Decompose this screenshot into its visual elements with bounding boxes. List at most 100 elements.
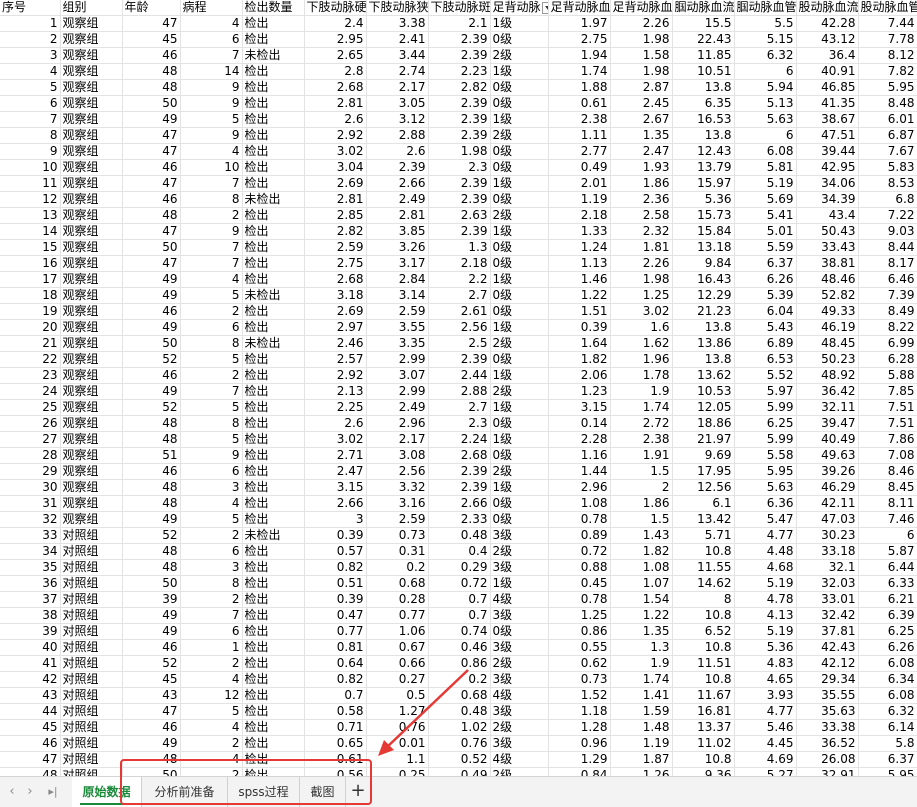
table-cell[interactable]: 2级 — [490, 543, 549, 560]
table-cell[interactable]: 46 — [122, 463, 181, 480]
table-cell[interactable]: 34.06 — [796, 175, 859, 192]
table-cell[interactable]: 13.79 — [672, 159, 735, 176]
table-cell[interactable]: 2.47 — [304, 463, 367, 480]
table-cell[interactable]: 30.23 — [796, 527, 859, 544]
table-cell[interactable]: 2.39 — [366, 159, 429, 176]
table-cell[interactable]: 2.74 — [366, 63, 429, 80]
table-cell[interactable]: 观察组 — [60, 239, 123, 256]
table-cell[interactable]: 检出 — [242, 495, 305, 512]
table-cell[interactable]: 2 — [180, 735, 243, 752]
table-cell[interactable]: 1.74 — [610, 399, 673, 416]
table-cell[interactable]: 2 — [180, 367, 243, 384]
table-cell[interactable]: 3.08 — [366, 447, 429, 464]
table-cell[interactable]: 0级 — [490, 303, 549, 320]
table-cell[interactable]: 2 — [180, 303, 243, 320]
table-cell[interactable]: 1.46 — [548, 271, 611, 288]
table-cell[interactable]: 8.45 — [858, 479, 917, 496]
table-cell[interactable]: 2.56 — [428, 319, 491, 336]
table-cell[interactable]: 检出 — [242, 207, 305, 224]
table-cell[interactable]: 0.72 — [428, 575, 491, 592]
table-cell[interactable]: 2.68 — [304, 79, 367, 96]
table-cell[interactable]: 1.97 — [548, 15, 611, 32]
table-cell[interactable]: 0.72 — [548, 543, 611, 560]
table-cell[interactable]: 观察组 — [60, 367, 123, 384]
table-cell[interactable]: 3 — [304, 511, 367, 528]
table-cell[interactable]: 1.5 — [610, 511, 673, 528]
table-cell[interactable]: 43 — [122, 687, 181, 704]
table-cell[interactable]: 7.22 — [858, 207, 917, 224]
table-cell[interactable]: 49.33 — [796, 303, 859, 320]
table-cell[interactable]: 48 — [0, 767, 61, 776]
table-cell[interactable]: 13.8 — [672, 319, 735, 336]
table-cell[interactable]: 检出 — [242, 575, 305, 592]
table-cell[interactable]: 29 — [0, 463, 61, 480]
table-cell[interactable]: 对照组 — [60, 655, 123, 672]
table-cell[interactable]: 检出 — [242, 607, 305, 624]
table-cell[interactable]: 16.53 — [672, 111, 735, 128]
table-cell[interactable]: 49 — [122, 623, 181, 640]
table-cell[interactable]: 观察组 — [60, 287, 123, 304]
table-cell[interactable]: 1 — [180, 639, 243, 656]
table-cell[interactable]: 检出 — [242, 239, 305, 256]
table-cell[interactable]: 49 — [122, 511, 181, 528]
table-cell[interactable]: 36.42 — [796, 383, 859, 400]
table-cell[interactable]: 5.99 — [734, 431, 797, 448]
table-cell[interactable]: 观察组 — [60, 175, 123, 192]
table-cell[interactable]: 7.85 — [858, 383, 917, 400]
table-cell[interactable]: 2.57 — [304, 351, 367, 368]
table-cell[interactable]: 13.62 — [672, 367, 735, 384]
table-cell[interactable]: 3.38 — [366, 15, 429, 32]
table-cell[interactable]: 1.27 — [366, 703, 429, 720]
table-cell[interactable]: 12.43 — [672, 143, 735, 160]
table-cell[interactable]: 6.32 — [858, 703, 917, 720]
table-cell[interactable]: 6 — [734, 127, 797, 144]
table-cell[interactable]: 12 — [180, 687, 243, 704]
table-cell[interactable]: 50.43 — [796, 223, 859, 240]
table-cell[interactable]: 19 — [0, 303, 61, 320]
table-cell[interactable]: 7.82 — [858, 63, 917, 80]
table-cell[interactable]: 0.86 — [548, 623, 611, 640]
table-cell[interactable]: 0.7 — [304, 687, 367, 704]
table-cell[interactable]: 1.13 — [548, 255, 611, 272]
table-cell[interactable]: 5.69 — [734, 191, 797, 208]
table-cell[interactable]: 2.2 — [428, 271, 491, 288]
table-cell[interactable]: 6.08 — [734, 143, 797, 160]
table-cell[interactable]: 观察组 — [60, 447, 123, 464]
table-cell[interactable]: 0.31 — [366, 543, 429, 560]
table-cell[interactable]: 1.74 — [610, 671, 673, 688]
table-cell[interactable]: 观察组 — [60, 127, 123, 144]
table-cell[interactable]: 2.32 — [610, 223, 673, 240]
table-cell[interactable]: 检出 — [242, 511, 305, 528]
table-cell[interactable]: 49 — [122, 271, 181, 288]
table-cell[interactable]: 2.56 — [366, 463, 429, 480]
table-cell[interactable]: 5.19 — [734, 575, 797, 592]
table-cell[interactable]: 5.95 — [858, 767, 917, 776]
table-cell[interactable]: 6 — [0, 95, 61, 112]
table-cell[interactable]: 检出 — [242, 719, 305, 736]
table-cell[interactable]: 观察组 — [60, 223, 123, 240]
table-cell[interactable]: 0.61 — [548, 95, 611, 112]
table-cell[interactable]: 2.26 — [610, 15, 673, 32]
table-cell[interactable]: 47.03 — [796, 511, 859, 528]
table-cell[interactable]: 1.98 — [610, 63, 673, 80]
table-cell[interactable]: 1.22 — [548, 287, 611, 304]
table-cell[interactable]: 2级 — [490, 767, 549, 776]
table-cell[interactable]: 8 — [180, 191, 243, 208]
table-cell[interactable]: 1.35 — [610, 127, 673, 144]
table-cell[interactable]: 6.32 — [734, 47, 797, 64]
table-cell[interactable]: 3.35 — [366, 335, 429, 352]
table-cell[interactable]: 1.88 — [548, 79, 611, 96]
table-cell[interactable]: 24 — [0, 383, 61, 400]
table-cell[interactable]: 47 — [0, 751, 61, 768]
table-cell[interactable]: 9 — [180, 223, 243, 240]
table-cell[interactable]: 观察组 — [60, 271, 123, 288]
table-cell[interactable]: 48 — [122, 63, 181, 80]
table-cell[interactable]: 46.85 — [796, 79, 859, 96]
table-cell[interactable]: 4.48 — [734, 543, 797, 560]
table-cell[interactable]: 2.87 — [610, 79, 673, 96]
table-cell[interactable]: 21.23 — [672, 303, 735, 320]
table-cell[interactable]: 对照组 — [60, 735, 123, 752]
table-cell[interactable]: 9 — [180, 95, 243, 112]
table-cell[interactable]: 0.66 — [366, 655, 429, 672]
table-cell[interactable]: 6.21 — [858, 591, 917, 608]
